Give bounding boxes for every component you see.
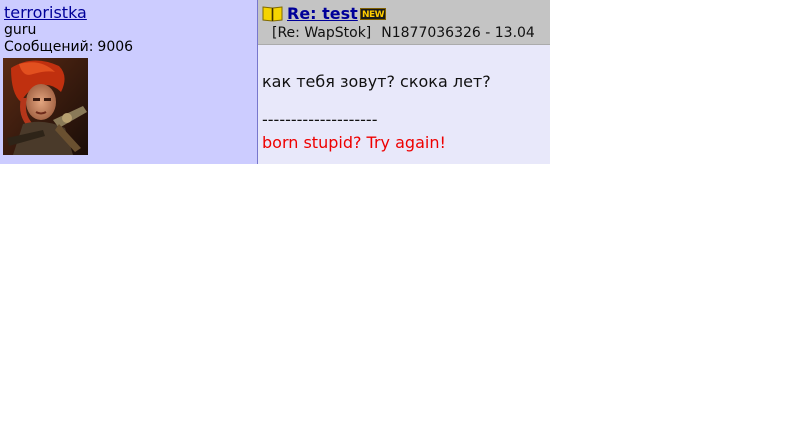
avatar-image [3,58,88,155]
post-content: Re: test NEW [Re: WapStok] N1877036326 - … [258,0,550,164]
author-signature: born stupid? Try again! [262,133,446,152]
author-panel: terroristka guru Сообщений: 9006 [0,0,258,164]
post-message: как тебя зовут? скока лет? [262,72,491,91]
post-count-value: 9006 [97,39,134,55]
post-count-label: Сообщений: [4,39,94,55]
author-post-count: Сообщений: 9006 [4,39,257,56]
post-body: как тебя зовут? скока лет? -------------… [262,72,550,152]
forum-post: terroristka guru Сообщений: 9006 Re: tes… [0,0,550,164]
post-header: Re: test NEW [Re: WapStok] N1877036326 - … [258,0,550,45]
post-meta-info: N1877036326 - 13.04 [381,25,535,41]
book-icon [262,5,283,22]
post-section: [Re: WapStok] [272,25,372,41]
post-meta: [Re: WapStok] N1877036326 - 13.04 [272,25,535,41]
avatar [3,58,88,155]
post-title-link[interactable]: Re: test [287,4,358,24]
new-badge-icon: NEW [360,8,386,20]
author-rank: guru [4,22,37,38]
author-name-link[interactable]: terroristka [4,4,257,22]
signature-divider: -------------------- [262,110,378,129]
